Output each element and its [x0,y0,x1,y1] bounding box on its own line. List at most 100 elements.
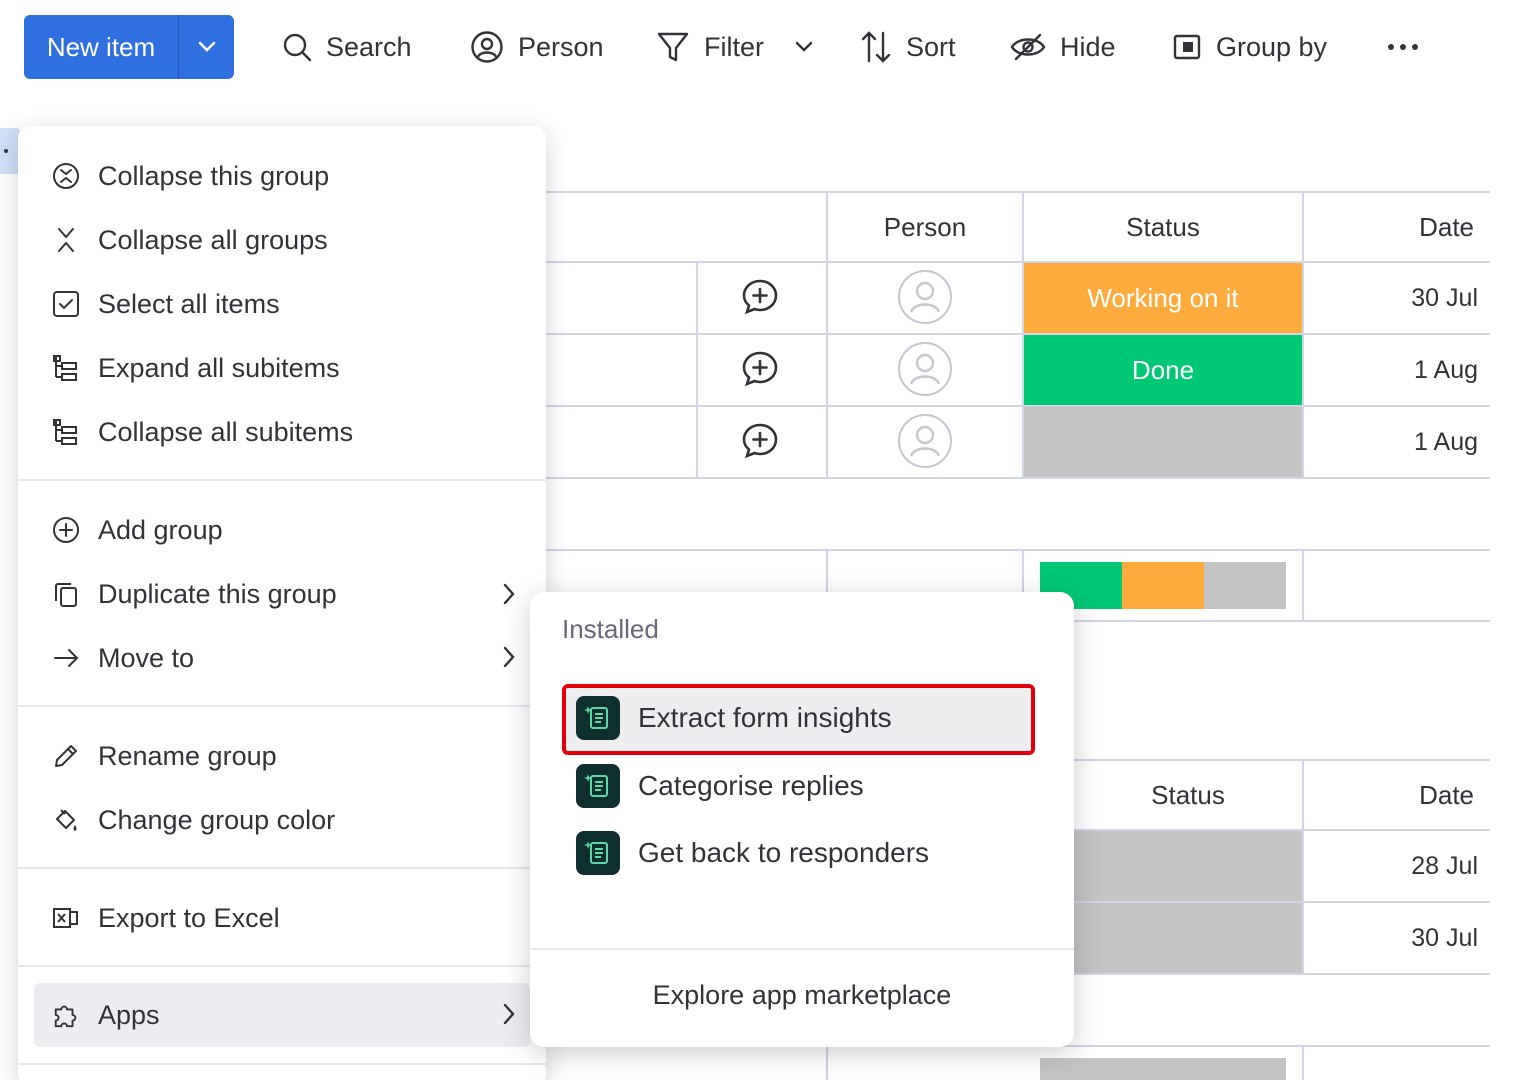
grid-line [546,261,1490,263]
move-to-item[interactable]: Move to [52,628,194,688]
collapse-all-subitems-label: Collapse all subitems [98,416,354,447]
explore-marketplace-link[interactable]: Explore app marketplace [530,980,1074,1011]
export-excel-label: Export to Excel [98,902,280,933]
app-name: Categorise replies [638,770,864,801]
menu-divider [18,965,546,967]
move-to-label: Move to [98,642,195,673]
change-group-color-label: Change group color [98,804,336,835]
add-group-item[interactable]: Add group [52,500,223,560]
more-dots-icon [1388,44,1418,50]
menu-divider [18,867,546,869]
person-button[interactable]: Person [470,22,604,72]
column-header-status[interactable]: Status [1074,780,1302,811]
status-cell[interactable] [1074,831,1302,901]
export-excel-item[interactable]: Export to Excel [52,888,280,948]
grid-line [1302,1045,1304,1080]
status-cell[interactable] [1074,903,1302,973]
collapse-all-groups-label: Collapse all groups [98,224,328,255]
apps-item[interactable]: Apps [52,985,160,1045]
date-cell[interactable]: 28 Jul [1304,852,1478,881]
menu-divider [18,479,546,481]
date-cell[interactable]: 30 Jul [1304,284,1478,313]
chevron-right-icon [503,583,515,605]
new-item-button[interactable]: New item [24,15,234,79]
grid-line [1302,549,1304,621]
group-by-label: Group by [1216,31,1328,62]
grid-line [546,191,1490,193]
column-header-person[interactable]: Person [828,212,1022,243]
arrow-right-icon [52,644,80,672]
app-name: Get back to responders [638,837,930,868]
add-update-icon[interactable] [741,278,779,316]
add-update-icon[interactable] [741,350,779,388]
checkbox-icon [52,290,80,318]
excel-icon [52,904,80,932]
search-button[interactable]: Search [282,22,412,72]
expand-all-subitems-label: Expand all subitems [98,352,340,383]
chevron-right-icon [503,1003,515,1025]
filter-button[interactable]: Filter [656,22,828,72]
column-header-status[interactable]: Status [1024,212,1302,243]
collapse-group-item[interactable]: Collapse this group [52,146,329,206]
select-all-items-label: Select all items [98,288,280,319]
date-cell[interactable]: 1 Aug [1304,428,1478,457]
app-extract-form-insights[interactable]: Extract form insights [576,690,892,746]
column-header-date[interactable]: Date [1304,780,1474,811]
group-by-button[interactable]: Group by [1172,22,1327,72]
add-update-icon[interactable] [741,422,779,460]
rename-group-label: Rename group [98,740,277,771]
expand-all-subitems-item[interactable]: Expand all subitems [52,338,340,398]
new-item-label: New item [46,31,156,62]
status-summary-segment [1122,562,1204,609]
paint-bucket-icon [52,806,80,834]
avatar[interactable] [898,414,952,468]
app-get-back-to-responders[interactable]: Get back to responders [576,825,929,881]
new-item-dropdown-icon[interactable] [179,40,234,54]
menu-divider [18,705,546,707]
avatar[interactable] [898,342,952,396]
rename-group-item[interactable]: Rename group [52,726,277,786]
collapse-all-subitems-item[interactable]: Collapse all subitems [52,402,353,462]
avatar[interactable] [898,270,952,324]
chevron-down-icon [795,41,813,52]
column-header-date[interactable]: Date [1304,212,1474,243]
menu-divider [18,1063,546,1065]
pencil-icon [52,742,80,770]
date-cell[interactable]: 1 Aug [1304,356,1478,385]
apps-submenu: Installed Extract form insights Categori… [530,592,1074,1047]
subitems-tree-icon [52,354,80,382]
hide-button[interactable]: Hide [1010,22,1116,72]
duplicate-group-item[interactable]: Duplicate this group [52,564,337,624]
grid-line [546,333,1490,335]
person-circle-icon [471,31,503,63]
group-context-menu: Collapse this group Collapse all groups … [18,126,546,1080]
search-icon [283,33,312,62]
sort-label: Sort [906,31,956,62]
form-app-icon [576,831,620,875]
more-options-button[interactable] [1386,22,1434,72]
grid-line [826,1045,828,1080]
sort-button[interactable]: Sort [860,22,956,72]
add-group-label: Add group [98,514,223,545]
grid-line [546,549,1490,551]
eye-hidden-icon [1010,33,1046,61]
status-cell[interactable]: Done [1024,335,1302,405]
collapse-circle-icon [52,162,80,190]
apps-label: Apps [98,999,160,1030]
select-all-items-item[interactable]: Select all items [52,274,280,334]
status-cell[interactable]: Working on it [1024,263,1302,333]
subitems-tree-icon [52,418,80,446]
collapse-all-groups-item[interactable]: Collapse all groups [52,210,328,270]
hide-label: Hide [1060,31,1116,62]
grid-line [546,477,1490,479]
change-group-color-item[interactable]: Change group color [52,790,335,850]
filter-label: Filter [704,31,764,62]
form-app-icon [576,696,620,740]
status-summary-bar[interactable] [1040,1058,1286,1080]
date-cell[interactable]: 30 Jul [1304,924,1478,953]
status-summary-bar[interactable] [1040,562,1286,609]
app-categorise-replies[interactable]: Categorise replies [576,758,864,814]
status-cell[interactable] [1024,407,1302,477]
grid-line [696,261,698,478]
grid-line [1074,759,1490,761]
